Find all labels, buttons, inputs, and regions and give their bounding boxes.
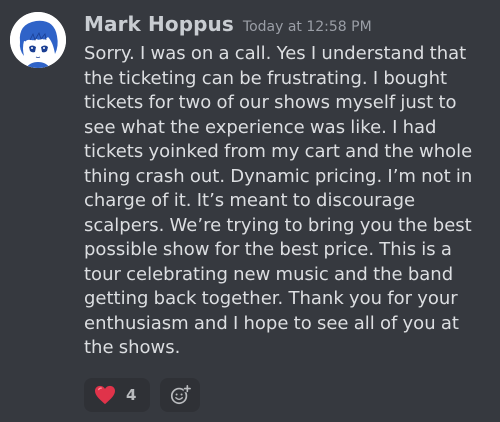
user-avatar[interactable] (10, 12, 66, 68)
add-reaction-button[interactable] (160, 378, 200, 412)
anime-avatar-icon (10, 12, 66, 68)
message-header: Mark Hoppus Today at 12:58 PM (84, 12, 372, 38)
timestamp[interactable]: Today at 12:58 PM (243, 19, 372, 35)
reaction-heart[interactable]: 4 (84, 378, 150, 412)
reaction-count: 4 (126, 386, 137, 404)
red-heart-icon (95, 385, 115, 405)
chat-message: Mark Hoppus Today at 12:58 PM Sorry. I w… (0, 0, 500, 422)
message-content: Sorry. I was on a call. Yes I understand… (84, 43, 473, 358)
username[interactable]: Mark Hoppus (84, 12, 234, 36)
add-reaction-icon (170, 384, 191, 405)
reactions-bar: 4 (84, 378, 200, 412)
